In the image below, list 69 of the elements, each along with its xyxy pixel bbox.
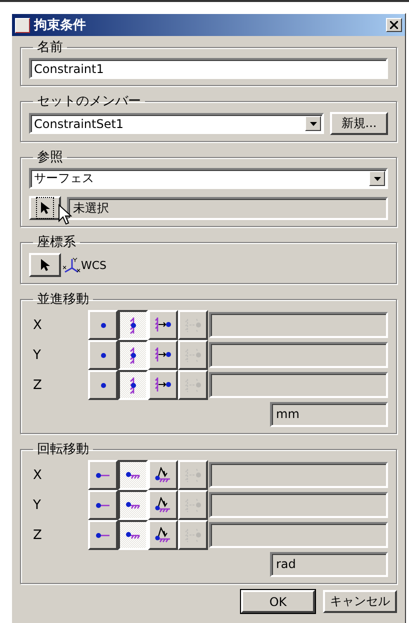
axes-icon (63, 256, 81, 274)
dot-icon (100, 382, 106, 388)
constraint-toggle[interactable] (118, 370, 148, 400)
value-field[interactable] (209, 522, 388, 548)
coordinate-system-label: WCS (81, 258, 107, 272)
constraint-toggle[interactable] (118, 340, 148, 370)
window-icon (15, 18, 30, 32)
cancel-button[interactable]: キャンセル (323, 590, 397, 613)
load-icon (185, 378, 201, 392)
axis-label: Y (32, 348, 42, 362)
constraint-toggle[interactable] (118, 520, 148, 550)
value-field[interactable] (209, 492, 388, 518)
dropdown-arrow-icon (374, 176, 380, 180)
fixed-support-icon (130, 316, 136, 334)
pin-line-icon (96, 472, 110, 478)
fixed-support-icon (126, 472, 140, 478)
load-icon (185, 498, 201, 512)
select-button[interactable] (29, 253, 61, 277)
constraint-toggle[interactable] (118, 310, 148, 340)
close-button[interactable] (386, 18, 402, 32)
new-button[interactable]: 新規... (330, 112, 388, 135)
pin-line-icon (96, 502, 110, 508)
window-title: 拘束条件 (34, 17, 87, 34)
unit-field: rad (270, 552, 388, 577)
fixed-support-icon (126, 532, 140, 538)
dropdown-arrow-icon (310, 122, 316, 126)
value-field[interactable] (209, 342, 388, 368)
displacement-arrow-icon (155, 317, 171, 333)
constraint-toggle[interactable] (118, 490, 148, 520)
axis-label: Z (32, 528, 43, 542)
value-field[interactable] (209, 312, 388, 338)
fixed-support-icon (130, 376, 136, 394)
group-label: 座標系 (36, 234, 77, 251)
load-icon (185, 528, 201, 542)
displacement-arrow-icon (155, 347, 171, 363)
pin-line-icon (96, 532, 110, 538)
axis-label: Y (32, 498, 42, 512)
mouse-cursor-icon (58, 204, 72, 226)
load-icon (185, 318, 201, 332)
group-label: セットのメンバー (36, 93, 142, 110)
unit-field: mm (270, 402, 388, 427)
selection-field: 未選択 (67, 196, 388, 220)
group-label: 参照 (36, 149, 64, 166)
rotation-arrow-icon (155, 467, 171, 483)
pointer-icon (40, 258, 50, 272)
axis-label: X (32, 468, 43, 482)
value-field[interactable] (209, 462, 388, 488)
group-label: 名前 (36, 39, 64, 56)
ok-button[interactable]: OK (241, 590, 315, 613)
axis-label: Z (32, 378, 43, 392)
fixed-support-icon (126, 502, 140, 508)
dot-icon (100, 352, 106, 358)
value-field[interactable] (209, 372, 388, 398)
dot-icon (100, 322, 106, 328)
set-dropdown[interactable]: ConstraintSet1 (29, 113, 324, 134)
group-label: 並進移動 (36, 291, 90, 308)
displacement-arrow-icon (155, 377, 171, 393)
reference-type-dropdown[interactable]: サーフェス (29, 168, 388, 189)
name-field[interactable]: Constraint1 (29, 58, 388, 79)
close-icon (390, 21, 398, 29)
rotation-arrow-icon (155, 527, 171, 543)
axis-label: X (32, 318, 43, 332)
select-button[interactable] (29, 196, 61, 220)
load-icon (185, 348, 201, 362)
group-label: 回転移動 (36, 441, 90, 458)
load-icon (185, 468, 201, 482)
rotation-arrow-icon (155, 497, 171, 513)
constraint-toggle[interactable] (118, 460, 148, 490)
fixed-support-icon (130, 346, 136, 364)
